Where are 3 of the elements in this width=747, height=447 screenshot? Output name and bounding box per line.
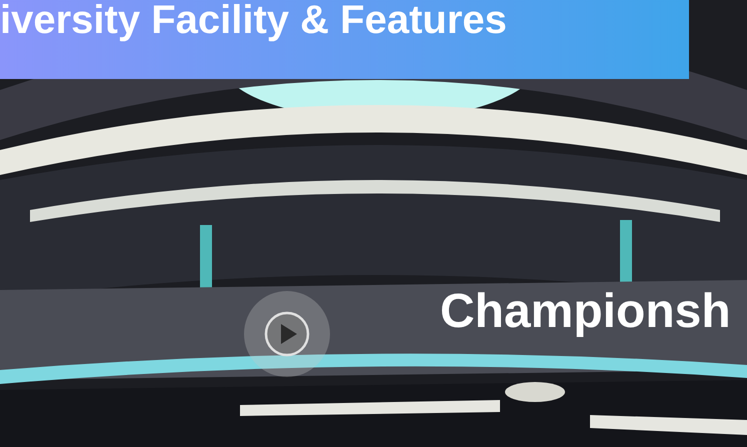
video-caption: Championsh	[440, 286, 731, 339]
play-icon	[264, 311, 310, 357]
page-title: iversity Facility & Features	[0, 0, 507, 40]
